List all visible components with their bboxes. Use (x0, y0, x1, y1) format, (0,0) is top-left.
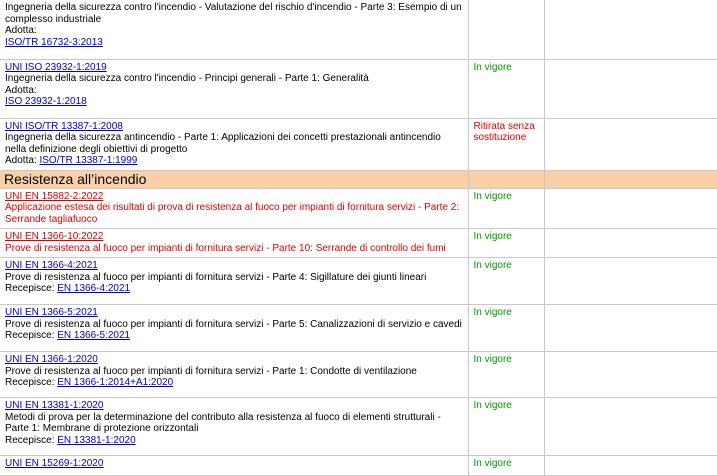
status-badge: Ritirata senza sostituzione (473, 120, 535, 144)
table-row: UNI ISO/TR 13387-1:2008 Ingegneria della… (0, 118, 717, 171)
status-cell: Ritirata senza sostituzione (468, 118, 545, 171)
standard-cell: UNI EN 1366-4:2021 Prove di resistenza a… (0, 257, 469, 305)
reference-link[interactable]: EN 1366-5:2021 (57, 330, 130, 341)
status-badge: In vigore (473, 400, 512, 411)
standard-code-link[interactable]: UNI EN 15269-1:2020 (5, 458, 103, 469)
table-row: UNI EN 1366-5:2021 Prove di resistenza a… (0, 304, 717, 352)
notes-cell (544, 0, 717, 60)
reference-link[interactable]: ISO/TR 16732-3:2013 (5, 37, 103, 48)
reference-label: Recepisce: (5, 330, 55, 341)
standard-title: Ingegneria della sicurezza contro l'ince… (5, 73, 369, 84)
reference-line: Recepisce: EN 13381-1:2020 (5, 435, 464, 447)
standard-title: Prove di resistenza al fuoco per impiant… (5, 365, 417, 377)
status-badge: In vigore (473, 307, 512, 318)
standard-code-link[interactable]: UNI EN 1366-10:2022 (5, 231, 103, 242)
reference-link[interactable]: EN 1366-1:2014+A1:2020 (57, 377, 173, 388)
table-row: UNI EN 1366-1:2020 Prove di resistenza a… (0, 351, 717, 398)
standard-cell: UNI EN 1366-10:2022 Prove di resistenza … (0, 228, 469, 258)
status-badge: In vigore (473, 260, 512, 271)
reference-label: Adotta: (5, 84, 37, 96)
section-header-row: Resistenza all’incendio (0, 170, 717, 189)
table-row: UNI EN 13381-1:2020 Metodi di prova per … (0, 397, 717, 456)
notes-cell (544, 351, 717, 398)
status-badge: In vigore (473, 61, 512, 73)
standard-code-link[interactable]: UNI EN 1366-4:2021 (5, 260, 98, 271)
status-cell: In vigore (468, 397, 545, 456)
standard-code-link[interactable]: UNI ISO 23932-1:2019 (5, 62, 107, 73)
notes-cell (544, 397, 717, 456)
status-cell: In vigore (468, 351, 545, 398)
notes-cell (544, 188, 717, 229)
standards-table: Ingegneria della sicurezza contro l'ince… (0, 0, 717, 476)
standard-cell: UNI EN 1366-1:2020 Prove di resistenza a… (0, 351, 469, 398)
reference-label: Adotta: (5, 155, 37, 166)
notes-cell (544, 59, 717, 119)
standard-cell: Ingegneria della sicurezza contro l'ince… (0, 0, 469, 60)
standard-title: Metodi di prova per la determinazione de… (5, 411, 441, 435)
standard-cell: UNI ISO/TR 13387-1:2008 Ingegneria della… (0, 118, 469, 171)
standard-code-link[interactable]: UNI EN 1366-1:2020 (5, 354, 98, 365)
table-row: UNI EN 1366-10:2022 Prove di resistenza … (0, 228, 717, 258)
standard-title: Prove di resistenza al fuoco per impiant… (5, 318, 462, 330)
section-title: Resistenza all’incendio (0, 170, 469, 189)
status-cell (468, 0, 545, 60)
standard-code-link[interactable]: UNI EN 13381-1:2020 (5, 400, 103, 411)
notes-cell (544, 228, 717, 258)
standard-code-link[interactable]: UNI EN 15882-2:2022 (5, 191, 103, 202)
table-row: UNI EN 15882-2:2022 Applicazione estesa … (0, 188, 717, 229)
section-spacer (468, 170, 545, 189)
status-badge: In vigore (473, 458, 512, 469)
notes-cell (544, 257, 717, 305)
standard-cell: UNI EN 13381-1:2020 Metodi di prova per … (0, 397, 469, 456)
status-cell: In vigore (468, 304, 545, 352)
reference-link[interactable]: EN 1366-4:2021 (57, 283, 130, 294)
standard-code-link[interactable]: UNI ISO/TR 13387-1:2008 (5, 121, 123, 132)
notes-cell (544, 304, 717, 352)
standard-title: Ingegneria della sicurezza contro l'ince… (5, 2, 462, 25)
reference-link[interactable]: EN 13381-1:2020 (57, 435, 135, 446)
standard-title: Applicazione estesa dei risultati di pro… (5, 202, 460, 225)
standard-cell: UNI EN 15882-2:2022 Applicazione estesa … (0, 188, 469, 229)
table-row: UNI ISO 23932-1:2019 Ingegneria della si… (0, 59, 717, 119)
status-badge: In vigore (473, 231, 512, 242)
reference-label: Recepisce: (5, 434, 55, 446)
status-cell: In vigore (468, 257, 545, 305)
status-badge: In vigore (473, 354, 512, 365)
table-row: UNI EN 1366-4:2021 Prove di resistenza a… (0, 257, 717, 305)
status-cell: In vigore (468, 188, 545, 229)
status-badge: In vigore (473, 190, 512, 202)
status-cell: In vigore (468, 228, 545, 258)
reference-line: Adotta: ISO/TR 13387-1:1999 (5, 155, 464, 167)
notes-cell (544, 118, 717, 171)
standard-cell: UNI EN 1366-5:2021 Prove di resistenza a… (0, 304, 469, 352)
reference-link[interactable]: ISO/TR 13387-1:1999 (39, 155, 137, 166)
status-cell: In vigore (468, 59, 545, 119)
reference-line: Recepisce: EN 1366-5:2021 (5, 330, 464, 342)
standard-title: Prove di resistenza al fuoco per impiant… (5, 242, 446, 254)
reference-link[interactable]: ISO 23932-1:2018 (5, 96, 87, 107)
reference-label: Recepisce: (5, 283, 55, 294)
standard-code-link[interactable]: UNI EN 1366-5:2021 (5, 307, 98, 318)
section-spacer (544, 170, 717, 189)
standard-title: Ingegneria della sicurezza antincendio -… (5, 132, 441, 155)
reference-label: Recepisce: (5, 377, 55, 388)
standard-title: Prove di resistenza al fuoco per impiant… (5, 271, 427, 283)
standard-cell: UNI ISO 23932-1:2019 Ingegneria della si… (0, 59, 469, 119)
table-row: Ingegneria della sicurezza contro l'ince… (0, 0, 717, 60)
reference-line: Recepisce: EN 1366-4:2021 (5, 283, 464, 295)
reference-line: Recepisce: EN 1366-1:2014+A1:2020 (5, 377, 464, 389)
reference-label: Adotta: (5, 25, 37, 36)
